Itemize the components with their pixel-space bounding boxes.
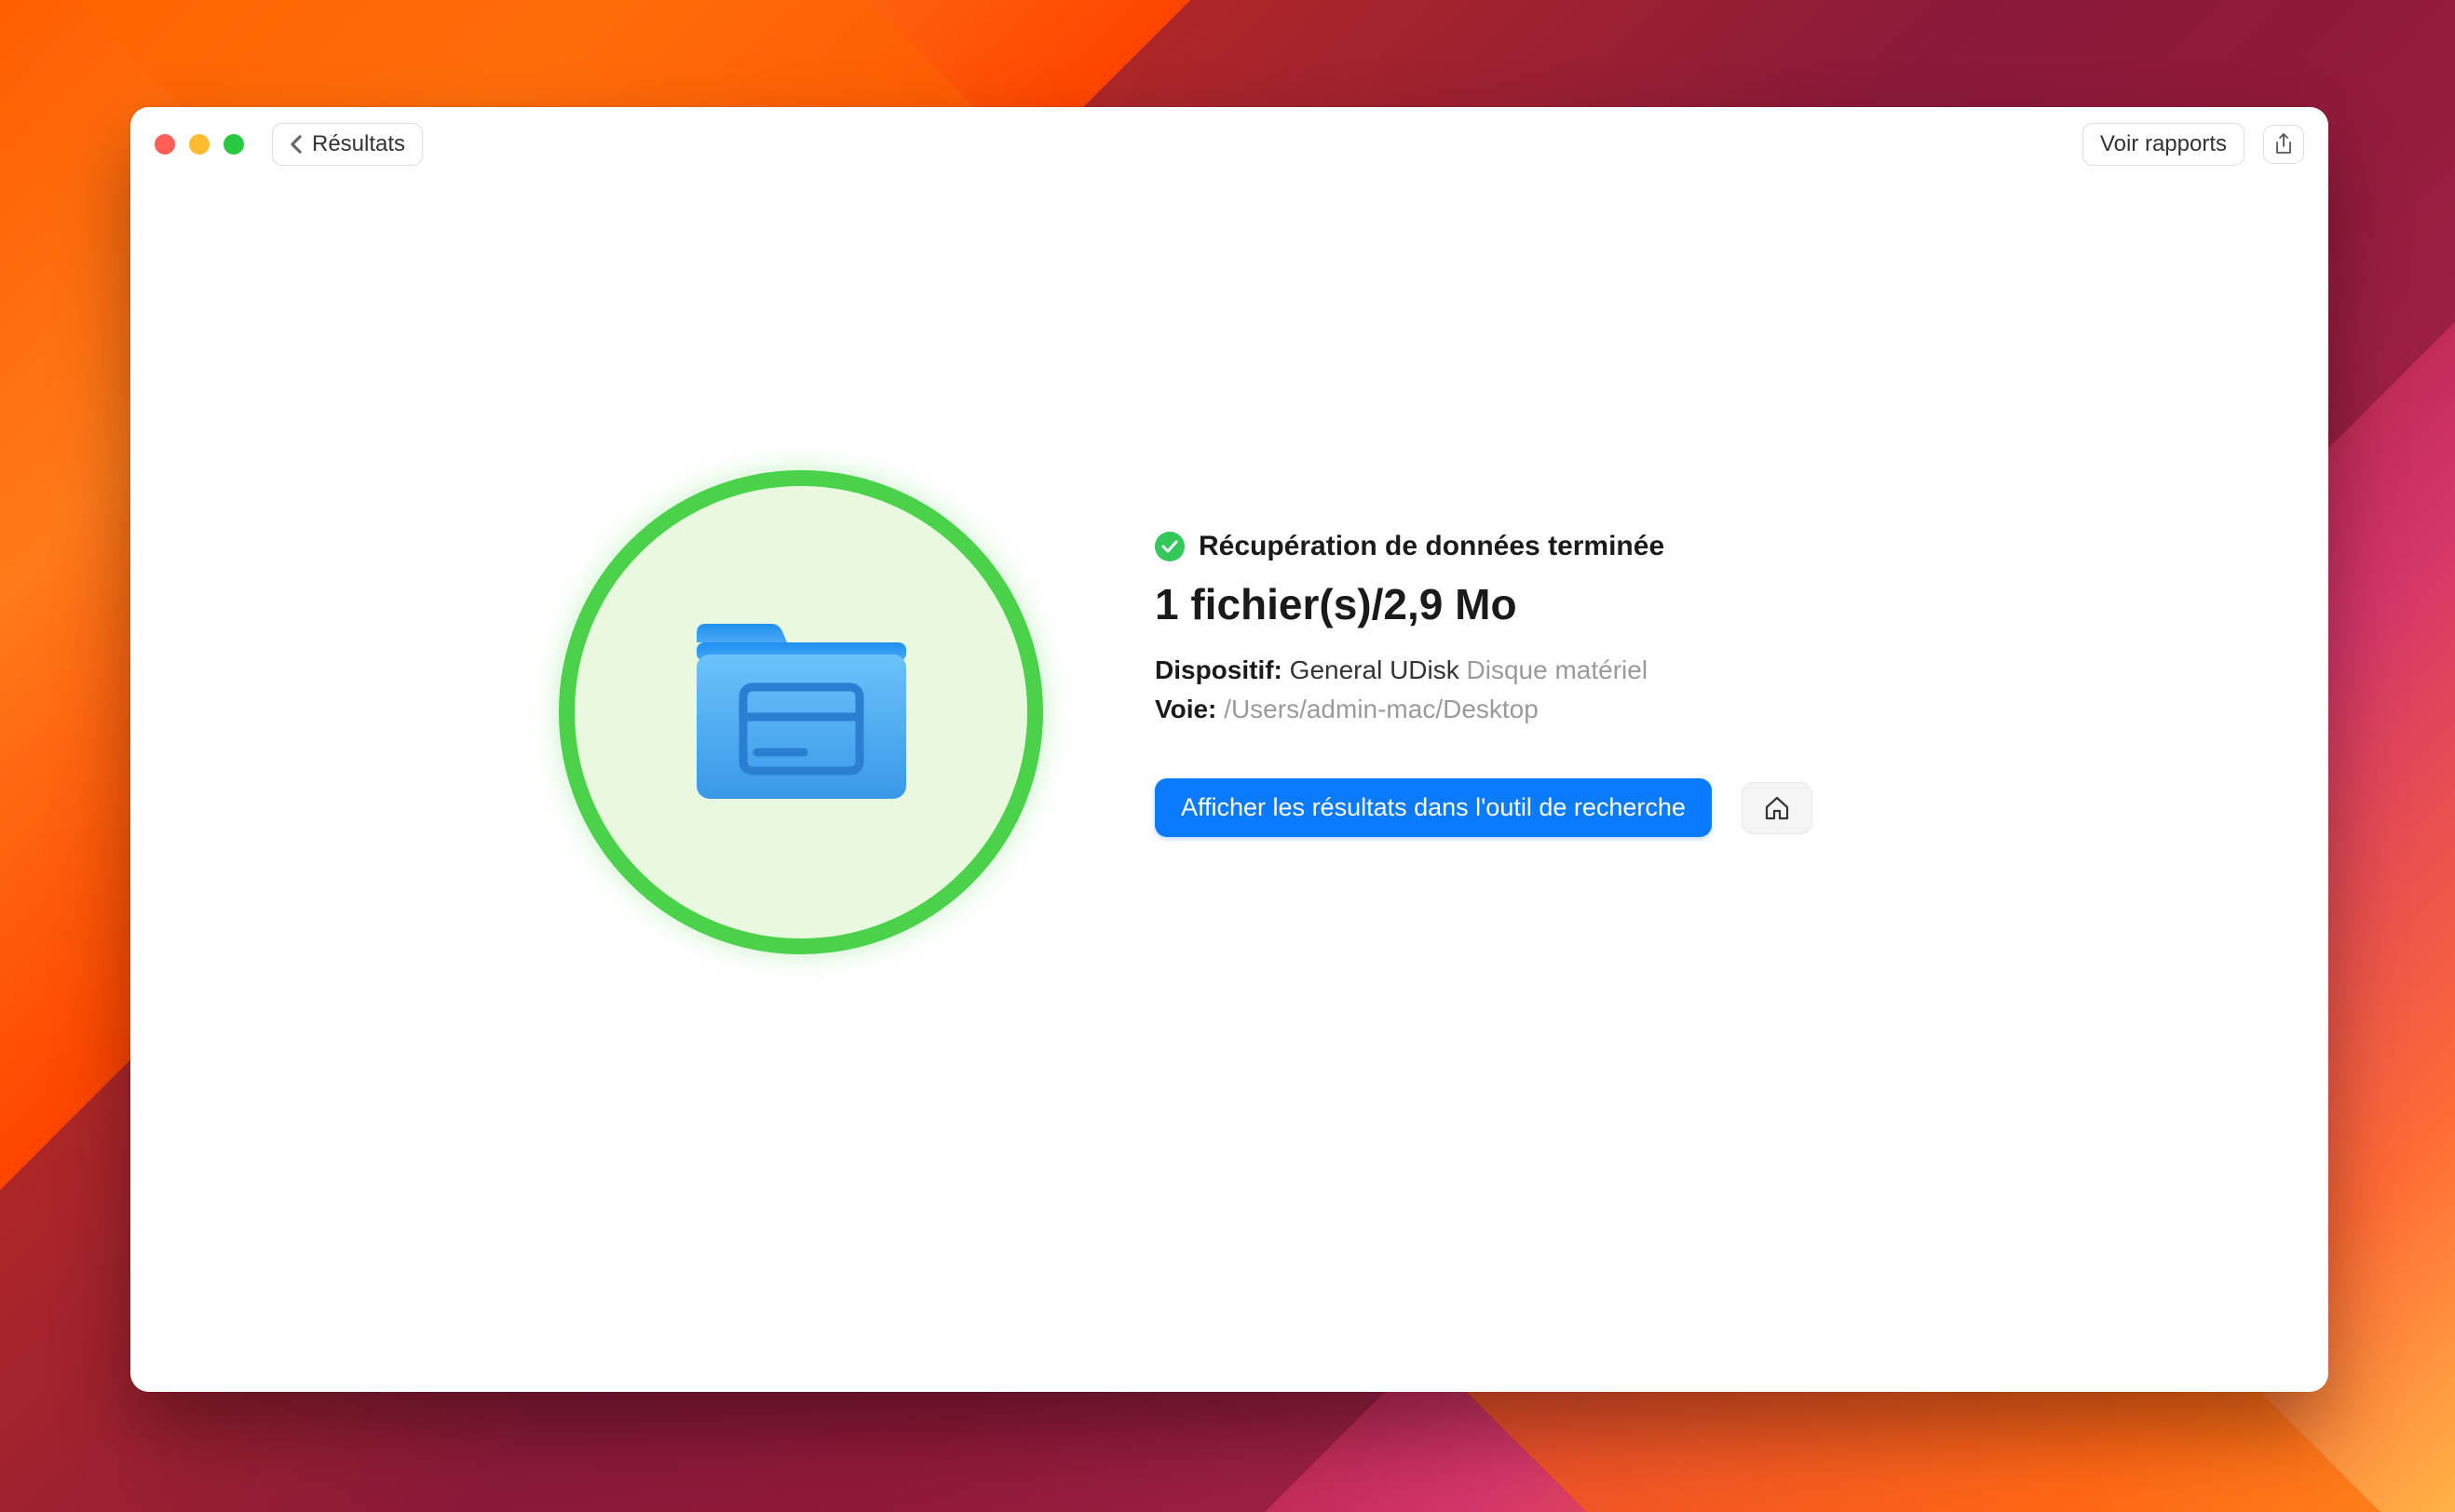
app-window: Résultats Voir rapports (130, 107, 2328, 1392)
share-icon (2273, 132, 2294, 156)
home-button[interactable] (1742, 782, 1812, 834)
close-window-button[interactable] (155, 134, 175, 155)
show-in-finder-label: Afficher les résultats dans l'outil de r… (1181, 793, 1686, 821)
device-label: Dispositif: (1155, 655, 1282, 684)
status-message: Récupération de données terminée (1199, 531, 1664, 562)
main-content: Récupération de données terminée 1 fichi… (130, 182, 2328, 1392)
maximize-window-button[interactable] (224, 134, 244, 155)
titlebar: Résultats Voir rapports (130, 107, 2328, 182)
home-icon (1763, 794, 1791, 822)
back-button[interactable]: Résultats (272, 123, 423, 166)
action-row: Afficher les résultats dans l'outil de r… (1155, 778, 1812, 837)
device-name: General UDisk (1290, 655, 1459, 684)
back-button-label: Résultats (312, 131, 405, 157)
status-row: Récupération de données terminée (1155, 531, 1812, 562)
traffic-lights (155, 134, 244, 155)
share-button[interactable] (2263, 125, 2304, 164)
path-label: Voie: (1155, 695, 1216, 723)
view-reports-button[interactable]: Voir rapports (2082, 123, 2245, 166)
success-check-icon (1155, 532, 1185, 561)
path-value: /Users/admin-mac/Desktop (1224, 695, 1539, 723)
device-type: Disque matériel (1467, 655, 1648, 684)
result-details: Récupération de données terminée 1 fichi… (1155, 470, 1812, 837)
show-in-finder-button[interactable]: Afficher les résultats dans l'outil de r… (1155, 778, 1712, 837)
folder-icon (683, 622, 920, 803)
minimize-window-button[interactable] (189, 134, 210, 155)
recovery-summary: 1 fichier(s)/2,9 Mo (1155, 579, 1812, 629)
success-circle (559, 470, 1043, 954)
path-row: Voie: /Users/admin-mac/Desktop (1155, 695, 1812, 724)
chevron-left-icon (290, 134, 303, 155)
device-row: Dispositif: General UDisk Disque matérie… (1155, 655, 1812, 685)
view-reports-label: Voir rapports (2100, 131, 2227, 156)
